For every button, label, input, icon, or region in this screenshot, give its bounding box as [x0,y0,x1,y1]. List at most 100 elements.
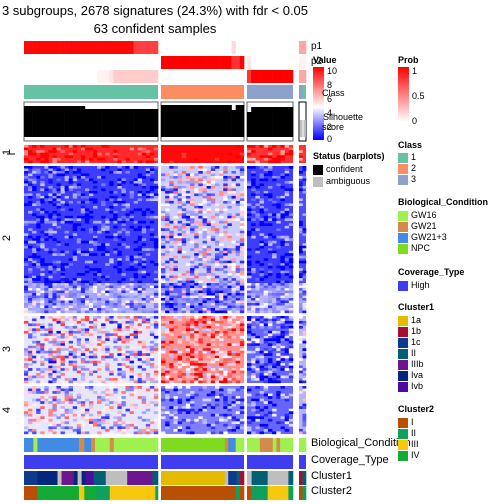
heatmap-cell [206,170,212,174]
heatmap-cell [133,335,138,339]
silhouette-bar-confident [97,109,102,137]
heatmap-cell [223,350,228,354]
heatmap-cell [97,318,102,322]
heatmap-cell [149,393,155,397]
heatmap-cell [194,157,199,161]
heatmap-cell [235,375,241,379]
biological-condition-cell [259,438,274,452]
heatmap-cell [194,335,199,339]
prob-3-cell [101,70,106,83]
heatmap-cell [210,260,216,264]
heatmap-cell [133,305,138,309]
prob-3-cell [36,70,41,83]
heatmap-cell [44,166,49,169]
heatmap-cell [263,348,269,351]
heatmap-cell [145,333,151,337]
heatmap-cell [173,170,178,174]
heatmap-cell [149,220,155,224]
heatmap-cell [302,388,307,392]
heatmap-cell [84,360,90,364]
prob-3-cell [125,70,130,83]
heatmap-cell [97,330,102,334]
heatmap-cell [36,323,41,327]
heatmap-cell [227,406,232,409]
heatmap-cell [165,295,170,299]
heatmap-cell [165,378,170,381]
heatmap-cell [299,380,303,384]
heatmap-cell [60,431,65,435]
heatmap-cell [181,223,187,226]
heatmap-cell [239,348,245,351]
heatmap-cell [56,188,61,192]
heatmap-cell [185,310,191,314]
heatmap-cell [133,285,138,289]
heatmap-cell [177,238,183,241]
heatmap-cell [272,283,277,286]
heatmap-cell [177,235,183,239]
heatmap-cell [117,325,122,329]
heatmap-cell [52,340,57,344]
heatmap-cell [280,293,285,296]
heatmap-cell [299,183,303,187]
heatmap-cell [299,305,303,309]
heatmap-cell [210,380,216,384]
heatmap-cell [206,365,212,369]
heatmap-cell [80,157,86,161]
heatmap-cell [133,275,138,279]
heatmap-cell [181,330,187,334]
heatmap-cell [276,157,281,161]
heatmap-cell [145,431,151,435]
heatmap-cell [247,338,252,342]
prob-2-cell [48,56,53,69]
silhouette-bar-confident [239,105,245,137]
heatmap-cell [190,210,195,214]
heatmap-cell [206,398,212,402]
heatmap-cell [280,155,285,159]
silhouette-bar-confident [137,109,143,137]
heatmap-cell [133,310,138,314]
heatmap-cell [280,195,285,199]
heatmap-cell [88,157,94,161]
heatmap-cell [68,310,74,314]
heatmap-cell [109,406,114,409]
heatmap-cell [93,273,98,276]
heatmap-cell [173,255,178,259]
heatmap-cell [56,363,61,366]
heatmap-cell [219,368,224,371]
heatmap-cell [101,330,106,334]
heatmap-cell [202,406,207,409]
heatmap-cell [235,145,241,148]
heatmap-cell [93,328,98,332]
heatmap-cell [227,428,232,432]
heatmap-cell [125,388,130,392]
heatmap-cell [280,258,285,261]
heatmap-cell [259,268,265,271]
heatmap-cell [60,358,65,361]
heatmap-cell [302,283,307,286]
heatmap-cell [44,373,49,376]
heatmap-cell [169,380,174,384]
heatmap-cell [276,183,281,187]
heatmap-cell [185,218,191,222]
silhouette-bar-confident [133,109,138,137]
heatmap-cell [28,150,33,153]
heatmap-cell [227,238,232,241]
heatmap-cell [280,185,285,189]
prob-3-cell [302,70,307,83]
heatmap-cell [177,280,183,284]
heatmap-cell [284,305,290,309]
heatmap-cell [93,391,98,394]
heatmap-cell [276,175,281,179]
heatmap-cell [177,198,183,202]
heatmap-cell [267,193,273,197]
heatmap-cell [97,300,102,304]
heatmap-cell [194,285,199,289]
heatmap-cell [185,255,191,259]
prob-2-cell [133,56,138,69]
heatmap-cell [165,278,170,281]
heatmap-cell [84,208,90,212]
heatmap-cell [48,353,53,356]
heatmap-cell [288,303,294,306]
heatmap-cell [276,391,281,394]
heatmap-cell [48,170,53,174]
